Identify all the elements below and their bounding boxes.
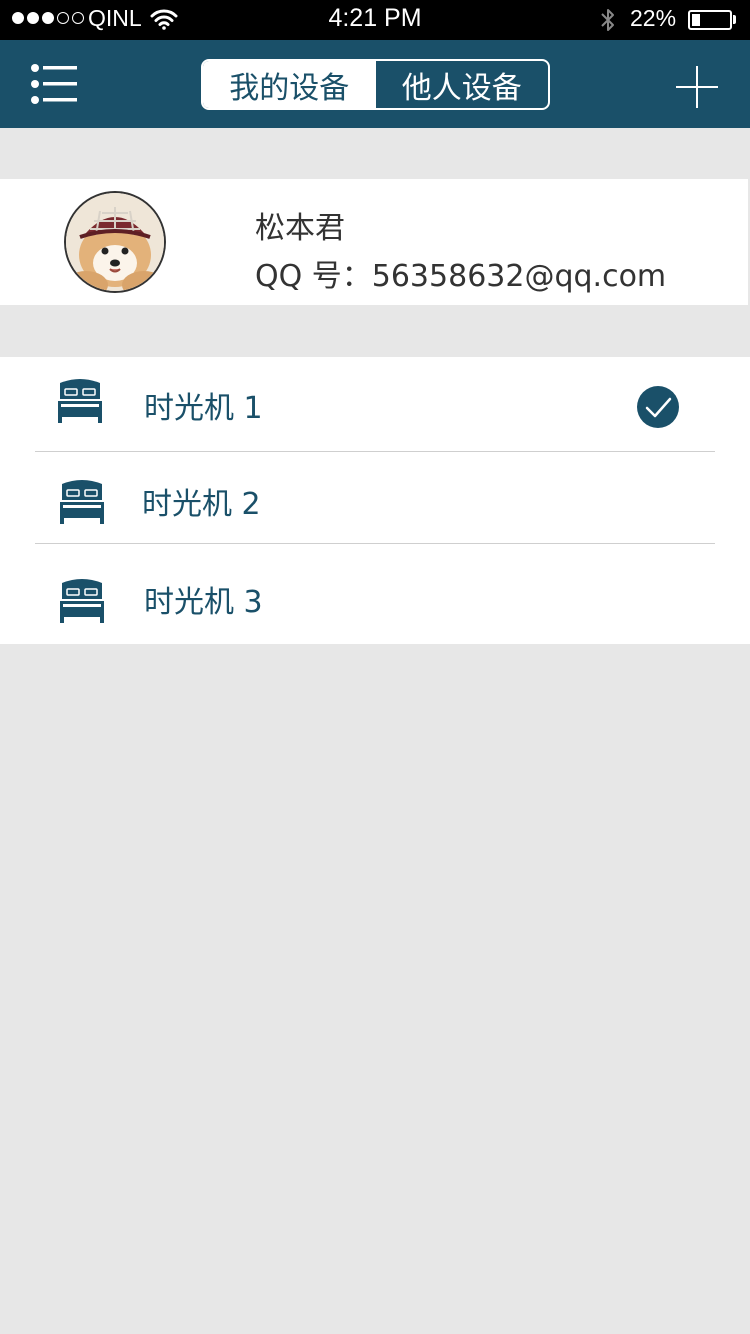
profile-card[interactable]: 松本君 QQ 号：56358632@qq.com <box>0 179 748 305</box>
tab-others-devices[interactable]: 他人设备 <box>376 61 549 108</box>
device-tab-switch: 我的设备 他人设备 <box>201 59 550 110</box>
battery-percent: 22% <box>630 5 677 31</box>
device-label: 时光机 3 <box>144 585 263 620</box>
nav-bar: 我的设备 他人设备 <box>0 40 750 128</box>
plus-icon[interactable] <box>674 64 720 110</box>
device-row[interactable]: 时光机 3 <box>0 544 750 644</box>
bed-icon <box>58 478 106 528</box>
device-row[interactable]: 时光机 2 <box>0 452 750 544</box>
device-row[interactable]: 时光机 1 <box>0 357 750 452</box>
list-menu-icon[interactable] <box>30 64 80 106</box>
device-list: 时光机 1 时光机 2 时光机 3 <box>0 357 750 644</box>
profile-name: 松本君 <box>255 211 345 246</box>
checkmark-icon <box>637 386 679 428</box>
bed-icon <box>56 377 104 427</box>
bed-icon <box>58 577 106 627</box>
battery-level <box>692 14 700 26</box>
battery-tip <box>733 15 736 24</box>
device-label: 时光机 1 <box>144 391 263 426</box>
device-label: 时光机 2 <box>142 487 261 522</box>
avatar[interactable] <box>64 191 166 293</box>
status-bar: QINL 4:21 PM 22% <box>0 0 750 40</box>
profile-qq: QQ 号：56358632@qq.com <box>255 259 667 294</box>
bluetooth-icon <box>598 6 618 38</box>
tab-my-devices[interactable]: 我的设备 <box>203 61 376 108</box>
battery-icon <box>688 10 732 30</box>
